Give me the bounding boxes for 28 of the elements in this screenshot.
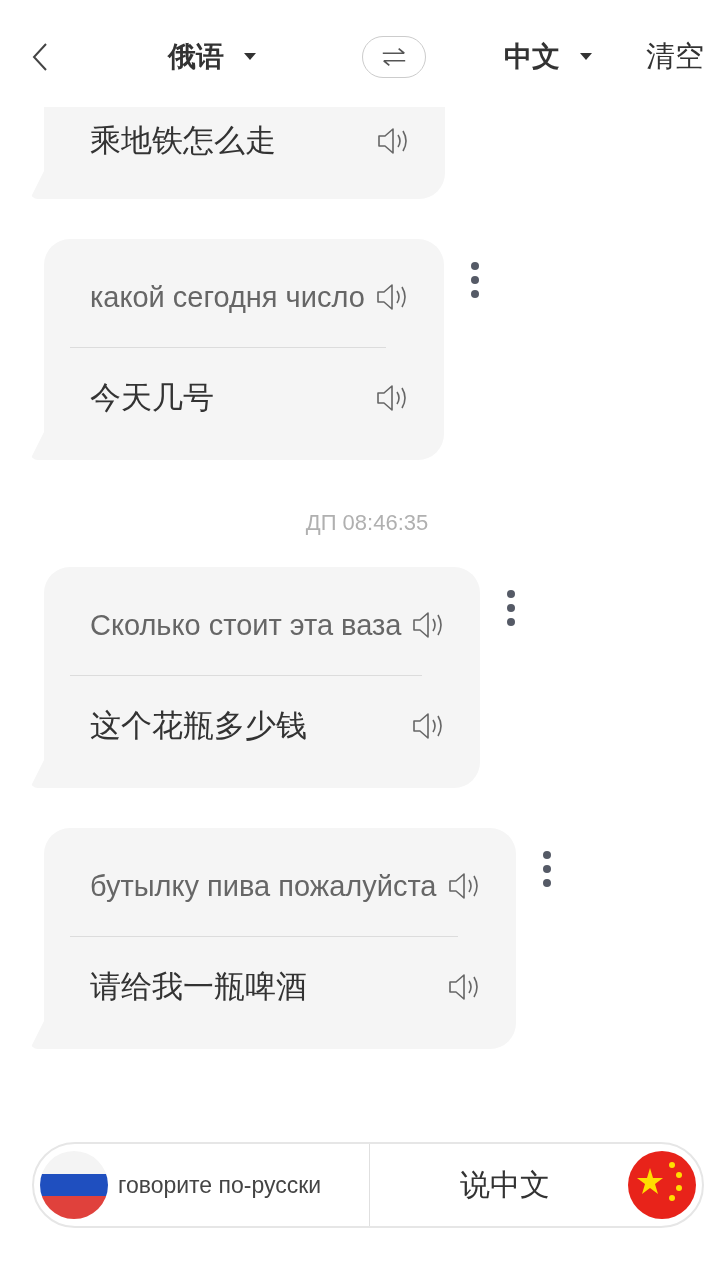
translation-text: 请给我一瓶啤酒 xyxy=(90,968,307,1006)
caret-icon xyxy=(244,52,256,61)
speaker-icon[interactable] xyxy=(374,383,409,413)
more-icon[interactable] xyxy=(506,589,517,627)
timestamp: ДП 08:46:35 xyxy=(304,510,430,536)
china-flag-icon xyxy=(628,1151,696,1219)
more-icon[interactable] xyxy=(541,850,552,888)
speaker-icon[interactable] xyxy=(374,282,409,312)
speak-chinese-button[interactable]: 说中文 xyxy=(370,1144,702,1226)
back-icon[interactable] xyxy=(32,41,48,72)
source-text: какой сегодня число xyxy=(90,280,365,314)
clear-button[interactable]: 清空 xyxy=(646,36,704,77)
caret-icon xyxy=(580,52,592,61)
swap-icon xyxy=(380,46,408,67)
russia-flag-icon xyxy=(40,1151,108,1219)
translation-text: 这个花瓶多少钱 xyxy=(90,707,307,745)
target-language-dropdown[interactable]: 中文 xyxy=(504,37,592,76)
source-text: бутылку пива пожалуйста xyxy=(90,869,437,903)
speaker-icon[interactable] xyxy=(376,126,410,156)
translation-text: 乘地铁怎么走 xyxy=(90,122,276,160)
translation-text: 今天几号 xyxy=(90,379,214,417)
speak-russian-button[interactable]: говорите по-русски xyxy=(34,1144,370,1226)
source-language-dropdown[interactable]: 俄语 xyxy=(168,37,256,76)
source-text: Сколько стоит эта ваза xyxy=(90,608,402,642)
more-icon[interactable] xyxy=(469,261,480,299)
speaker-icon[interactable] xyxy=(446,871,481,901)
speaker-icon[interactable] xyxy=(446,972,481,1002)
swap-languages-button[interactable] xyxy=(362,35,426,78)
